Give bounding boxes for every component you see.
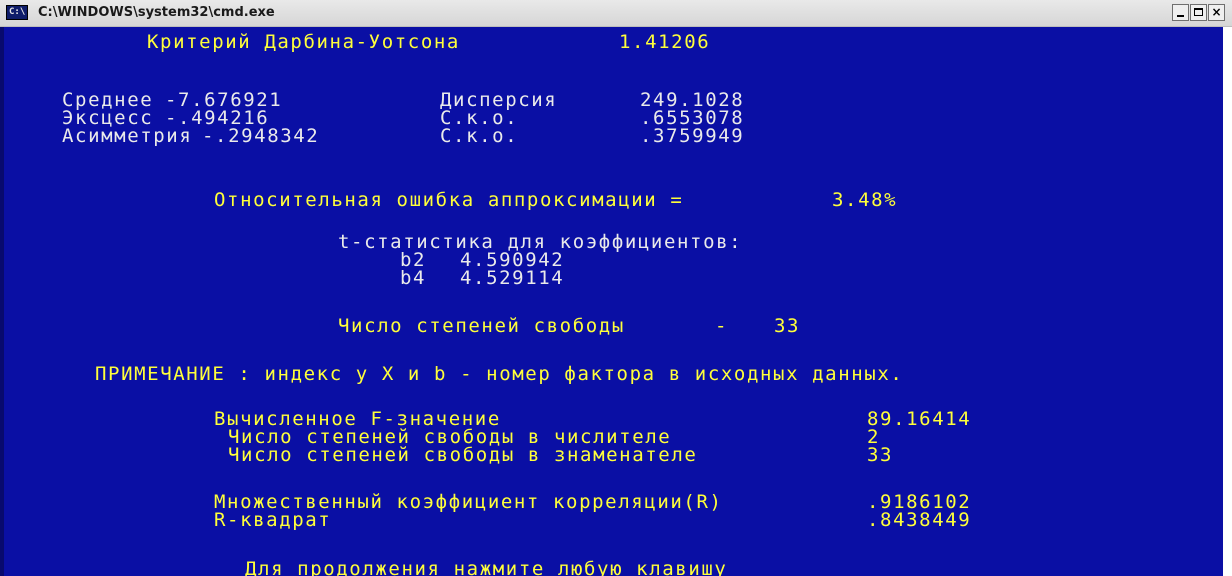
title-bar[interactable]: C:\ C:\WINDOWS\system32\cmd.exe × bbox=[0, 0, 1232, 27]
continue-prompt: Для продолжения нажмите любую клавишу bbox=[245, 558, 728, 576]
minimize-button[interactable] bbox=[1172, 4, 1189, 21]
note-text: ПРИМЕЧАНИЕ : индекс у X и b - номер факт… bbox=[95, 363, 904, 385]
dof-value: 33 bbox=[774, 315, 801, 337]
durbin-watson-value: 1.41206 bbox=[619, 31, 711, 53]
skewness-se-label: С.к.о. bbox=[440, 125, 519, 147]
f-den-dof-value: 33 bbox=[867, 444, 894, 466]
r-squared-label: R-квадрат bbox=[214, 509, 332, 531]
t-stat-b4-value: 4.529114 bbox=[460, 267, 565, 289]
skewness-value: -.2948342 bbox=[202, 125, 320, 147]
console-app-icon[interactable]: C:\ bbox=[6, 5, 28, 20]
t-stat-b4-name: b4 bbox=[400, 267, 427, 289]
dof-label: Число степеней свободы bbox=[338, 315, 625, 337]
r-squared-value: .8438449 bbox=[867, 509, 972, 531]
approx-error-label: Относительная ошибка аппроксимации = bbox=[214, 189, 684, 211]
skewness-se-value: .3759949 bbox=[640, 125, 745, 147]
console-output[interactable]: Критерий Дарбина-Уотсона 1.41206 Среднее… bbox=[0, 27, 1232, 576]
dof-separator: - bbox=[715, 315, 729, 337]
console-right-edge bbox=[1223, 27, 1232, 576]
close-button[interactable]: × bbox=[1208, 4, 1225, 21]
durbin-watson-label: Критерий Дарбина-Уотсона bbox=[147, 31, 460, 53]
console-left-edge bbox=[0, 27, 4, 576]
approx-error-value: 3.48% bbox=[832, 189, 898, 211]
skewness-label: Асимметрия bbox=[62, 125, 193, 147]
f-den-dof-label: Число степеней свободы в знаменателе bbox=[228, 444, 698, 466]
close-icon: × bbox=[1211, 5, 1222, 19]
console-app-icon-label: C:\ bbox=[9, 7, 26, 17]
cmd-window: C:\ C:\WINDOWS\system32\cmd.exe × Критер… bbox=[0, 0, 1232, 576]
f-value: 89.16414 bbox=[867, 408, 972, 430]
maximize-button[interactable] bbox=[1190, 4, 1207, 21]
window-title: C:\WINDOWS\system32\cmd.exe bbox=[38, 5, 275, 20]
